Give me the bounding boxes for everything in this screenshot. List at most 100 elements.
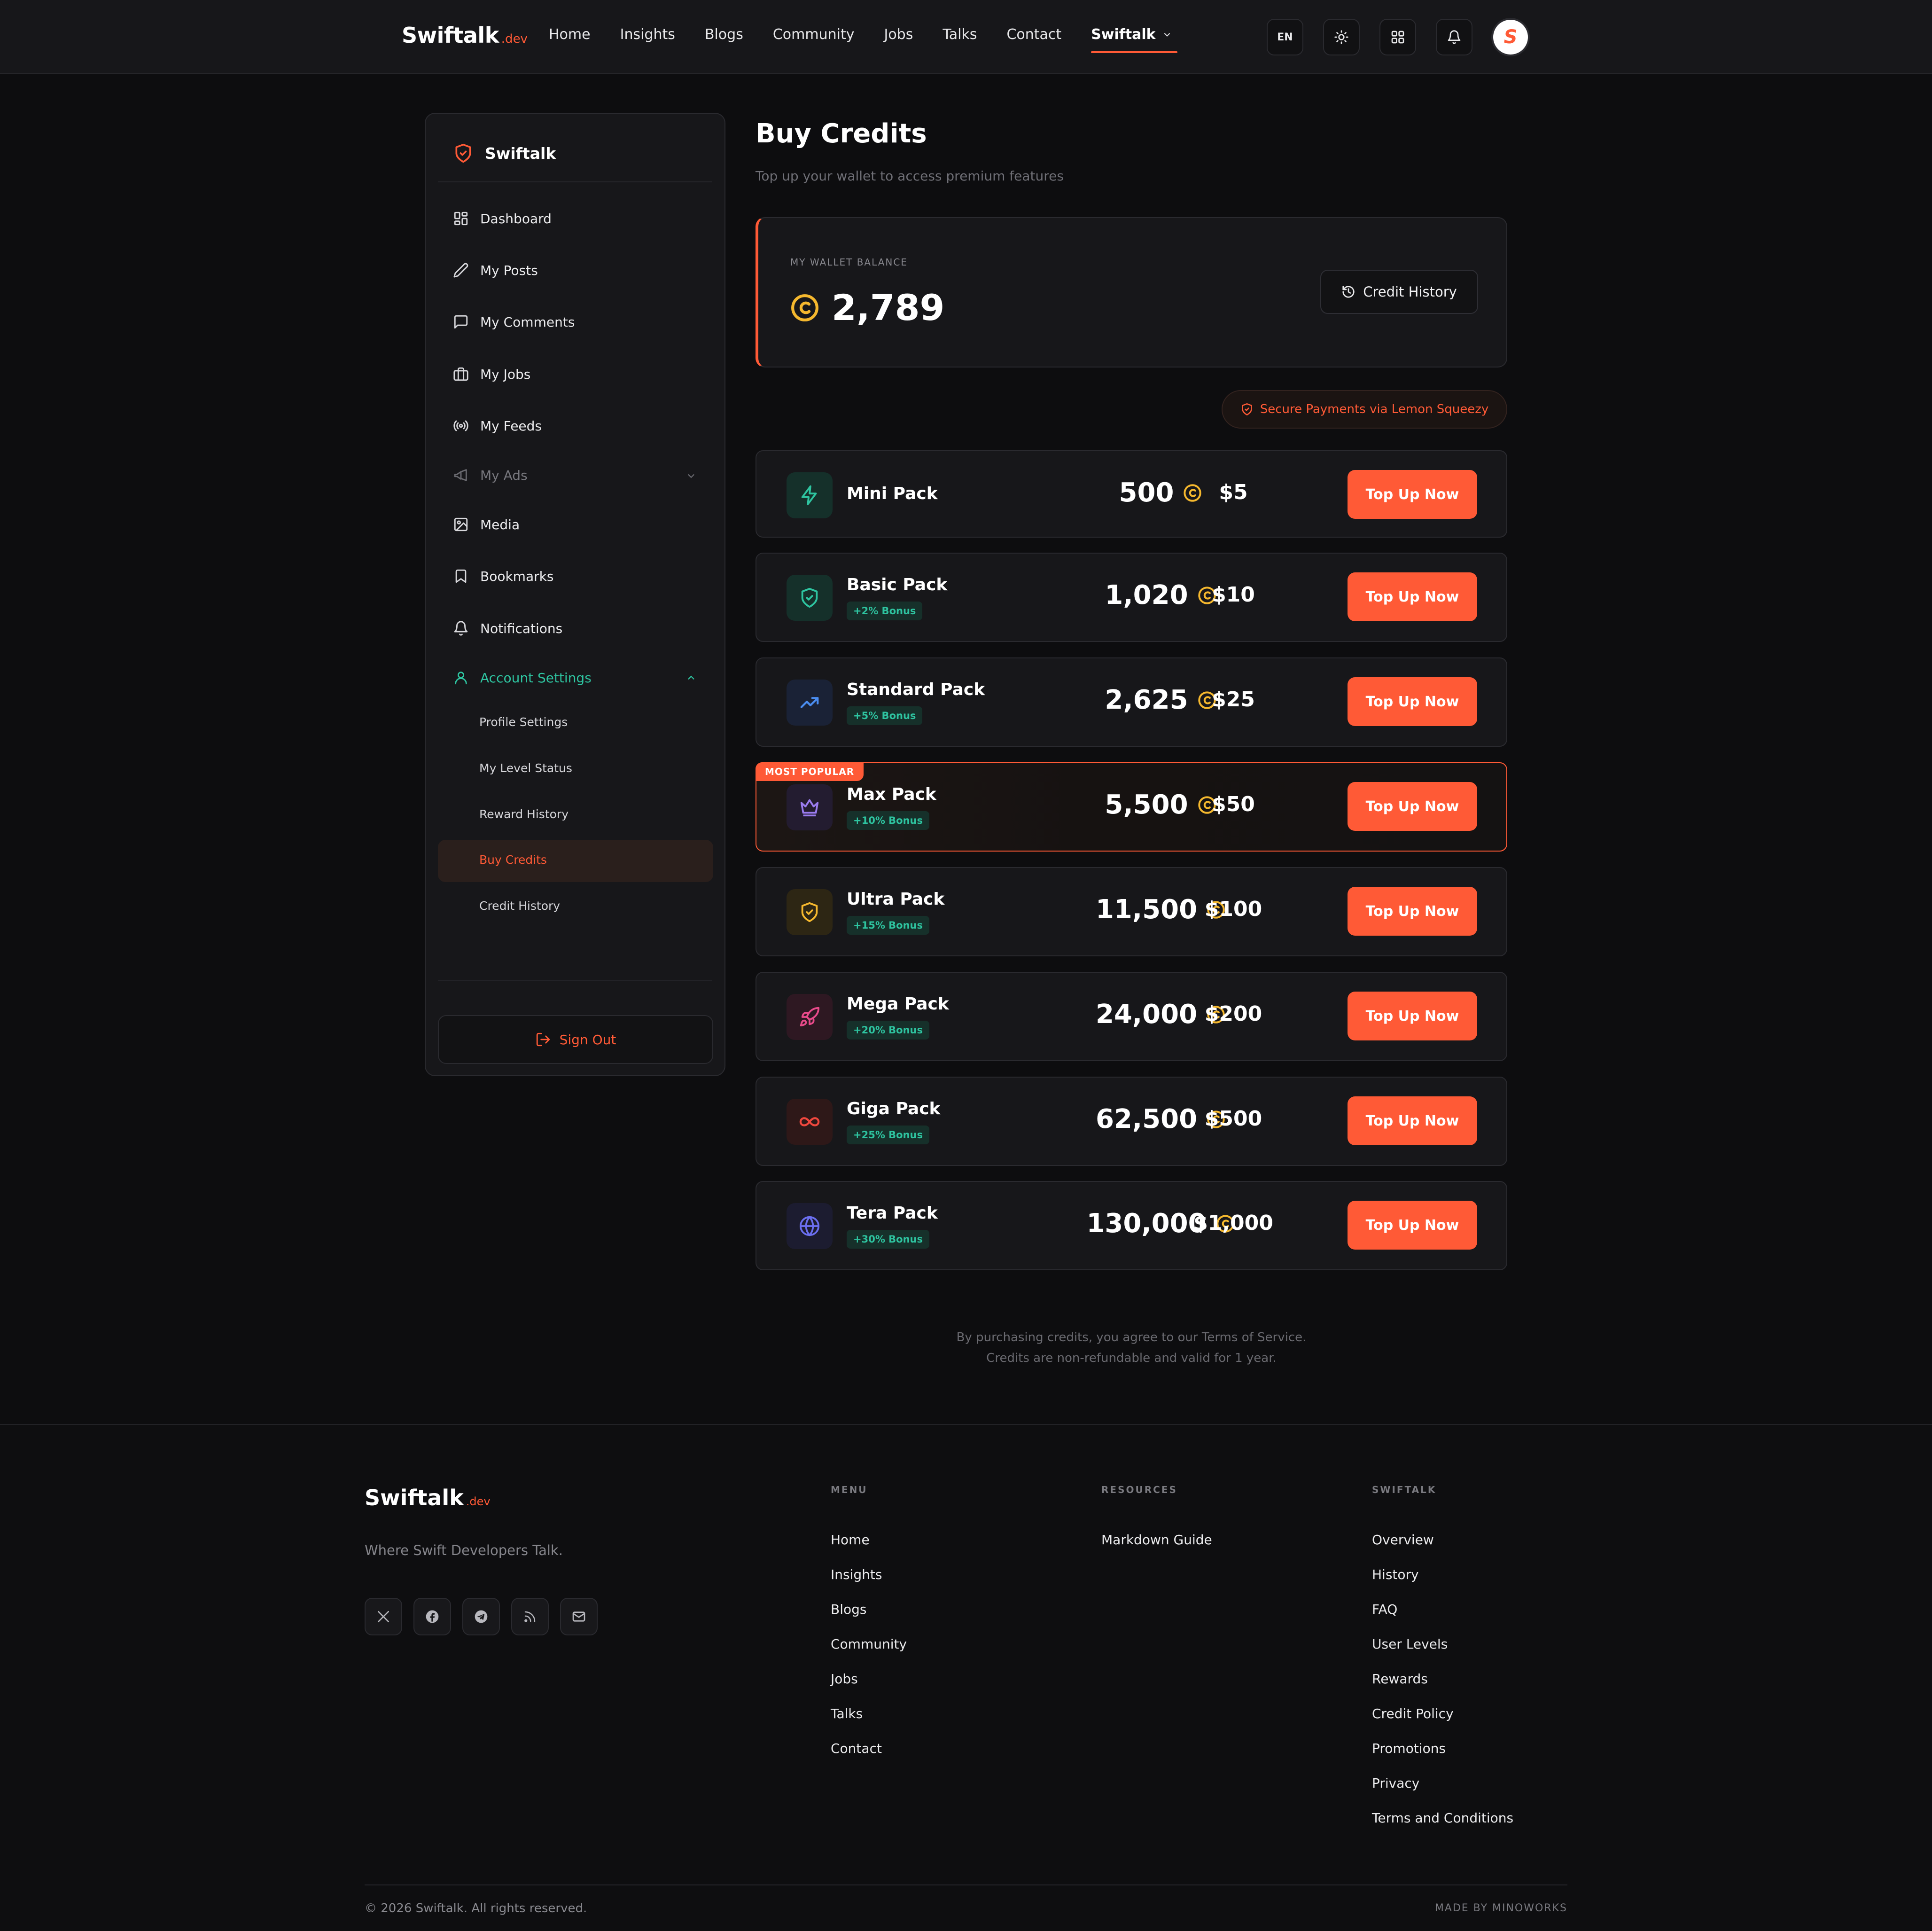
- pack-credits-value: 500: [1119, 477, 1174, 508]
- footer-link-jobs[interactable]: Jobs: [831, 1671, 858, 1687]
- sidebar-item-ads[interactable]: My Ads: [453, 467, 528, 483]
- chevron-up-icon[interactable]: [686, 672, 696, 683]
- mail-icon: [571, 1609, 586, 1624]
- megaphone-icon: [453, 467, 469, 483]
- sidebar-item-media[interactable]: Media: [453, 516, 520, 532]
- sidebar-subitem-level-status[interactable]: My Level Status: [479, 761, 572, 775]
- sidebar-item-feeds[interactable]: My Feeds: [453, 418, 542, 434]
- top-up-now-button[interactable]: Top Up Now: [1348, 782, 1477, 831]
- sidebar-item-label: Media: [480, 516, 520, 532]
- chevron-down-icon[interactable]: [686, 471, 696, 481]
- sidebar-item-posts[interactable]: My Posts: [453, 262, 538, 278]
- image-icon: [453, 516, 469, 532]
- footer-link-rewards[interactable]: Rewards: [1372, 1671, 1428, 1687]
- nav-community[interactable]: Community: [773, 26, 855, 43]
- sidebar-item-comments[interactable]: My Comments: [453, 314, 575, 330]
- footer-link-community[interactable]: Community: [831, 1636, 907, 1652]
- avatar-letter: S: [1504, 26, 1518, 48]
- sidebar-item-jobs[interactable]: My Jobs: [453, 366, 530, 382]
- pack-price: $10: [1212, 583, 1255, 607]
- main-nav: Home Insights Blogs Community Jobs Talks…: [549, 26, 1201, 53]
- secure-payments-text: Secure Payments via Lemon Squeezy: [1260, 402, 1489, 416]
- sidebar-subitem-profile-settings[interactable]: Profile Settings: [479, 715, 568, 729]
- top-up-now-button[interactable]: Top Up Now: [1348, 1096, 1477, 1145]
- bookmark-icon: [453, 568, 469, 584]
- nav-jobs[interactable]: Jobs: [884, 26, 913, 43]
- theme-toggle-button[interactable]: [1323, 19, 1360, 55]
- telegram-social-button[interactable]: [462, 1598, 500, 1635]
- pack-price: $200: [1204, 1002, 1262, 1026]
- nav-blogs[interactable]: Blogs: [705, 26, 743, 43]
- telegram-icon: [474, 1609, 489, 1624]
- globe-icon: [799, 1215, 820, 1237]
- sidebar-subitem-reward-history[interactable]: Reward History: [479, 807, 569, 821]
- footer-link-blogs[interactable]: Blogs: [831, 1602, 866, 1617]
- footer-brand-tld: .dev: [466, 1495, 491, 1508]
- pack-bonus-badge: +30% Bonus: [847, 1230, 930, 1249]
- nav-contact[interactable]: Contact: [1006, 26, 1061, 43]
- sidebar-item-label: Account Settings: [480, 670, 592, 686]
- footer-link-history[interactable]: History: [1372, 1567, 1419, 1582]
- sign-out-button[interactable]: Sign Out: [438, 1015, 713, 1064]
- user-avatar[interactable]: S: [1493, 20, 1528, 55]
- top-up-now-button[interactable]: Top Up Now: [1348, 572, 1477, 621]
- top-up-now-button[interactable]: Top Up Now: [1348, 470, 1477, 519]
- footer-link-terms[interactable]: Terms and Conditions: [1372, 1810, 1513, 1826]
- grid-icon: [1390, 30, 1405, 45]
- credit-pack-basic: Basic Pack +2% Bonus 1,020 $10 Top Up No…: [756, 553, 1507, 642]
- sidebar-subitem-credit-history[interactable]: Credit History: [479, 899, 560, 913]
- footer-link-faq[interactable]: FAQ: [1372, 1602, 1397, 1617]
- nav-insights[interactable]: Insights: [620, 26, 675, 43]
- wallet-balance-label: MY WALLET BALANCE: [790, 257, 908, 268]
- wallet-balance-card: MY WALLET BALANCE 2,789 Credit History: [756, 217, 1507, 367]
- x-social-button[interactable]: [365, 1598, 402, 1635]
- account-sidebar: Swiftalk Dashboard My Posts My Comments …: [425, 113, 725, 1076]
- top-up-now-button[interactable]: Top Up Now: [1348, 992, 1477, 1040]
- sidebar-item-label: My Posts: [480, 262, 538, 278]
- sidebar-item-notifications[interactable]: Notifications: [453, 620, 562, 636]
- wallet-balance: 2,789: [790, 287, 944, 328]
- email-social-button[interactable]: [560, 1598, 598, 1635]
- rss-social-button[interactable]: [511, 1598, 549, 1635]
- footer-divider: [365, 1884, 1567, 1885]
- credit-pack-ultra: Ultra Pack +15% Bonus 11,500 $100 Top Up…: [756, 867, 1507, 956]
- footer-link-overview[interactable]: Overview: [1372, 1532, 1434, 1548]
- top-up-now-button[interactable]: Top Up Now: [1348, 887, 1477, 936]
- footer-link-insights[interactable]: Insights: [831, 1567, 882, 1582]
- footer-link-contact[interactable]: Contact: [831, 1741, 882, 1756]
- language-button[interactable]: EN: [1267, 19, 1303, 55]
- footer-brand-logo[interactable]: Swiftalk .dev: [365, 1485, 491, 1510]
- sidebar-header: Swiftalk: [453, 143, 556, 164]
- credit-history-button[interactable]: Credit History: [1320, 270, 1478, 314]
- sidebar-item-label: Dashboard: [480, 211, 552, 227]
- brand-logo[interactable]: Swiftalk .dev: [402, 23, 528, 48]
- nav-swiftalk-dropdown[interactable]: Swiftalk: [1091, 26, 1178, 53]
- sidebar-item-label: Bookmarks: [480, 568, 554, 584]
- sidebar-item-bookmarks[interactable]: Bookmarks: [453, 568, 553, 584]
- pack-bonus-badge: +2% Bonus: [847, 602, 923, 620]
- nav-home[interactable]: Home: [549, 26, 591, 43]
- top-up-now-button[interactable]: Top Up Now: [1348, 1201, 1477, 1250]
- nav-talks[interactable]: Talks: [943, 26, 977, 43]
- user-icon: [453, 670, 469, 686]
- footer-link-credit-policy[interactable]: Credit Policy: [1372, 1706, 1454, 1721]
- footer-link-promotions[interactable]: Promotions: [1372, 1741, 1446, 1756]
- comment-icon: [453, 314, 469, 330]
- page-title: Buy Credits: [756, 118, 927, 149]
- notifications-button[interactable]: [1436, 19, 1472, 55]
- top-up-now-button[interactable]: Top Up Now: [1348, 677, 1477, 726]
- crown-icon: [799, 797, 820, 818]
- pack-icon-box: [787, 575, 833, 621]
- sidebar-item-account-settings[interactable]: Account Settings: [453, 670, 592, 686]
- sidebar-subitem-buy-credits[interactable]: Buy Credits: [479, 853, 547, 867]
- footer-link-home[interactable]: Home: [831, 1532, 870, 1548]
- footer-link-privacy[interactable]: Privacy: [1372, 1775, 1419, 1791]
- footer-link-markdown-guide[interactable]: Markdown Guide: [1101, 1532, 1212, 1548]
- footer-link-user-levels[interactable]: User Levels: [1372, 1636, 1448, 1652]
- facebook-social-button[interactable]: [413, 1598, 451, 1635]
- wallet-balance-value: 2,789: [832, 287, 945, 328]
- x-logo-icon: [376, 1609, 391, 1624]
- footer-link-talks[interactable]: Talks: [831, 1706, 863, 1721]
- sidebar-item-dashboard[interactable]: Dashboard: [453, 211, 552, 227]
- apps-grid-button[interactable]: [1379, 19, 1416, 55]
